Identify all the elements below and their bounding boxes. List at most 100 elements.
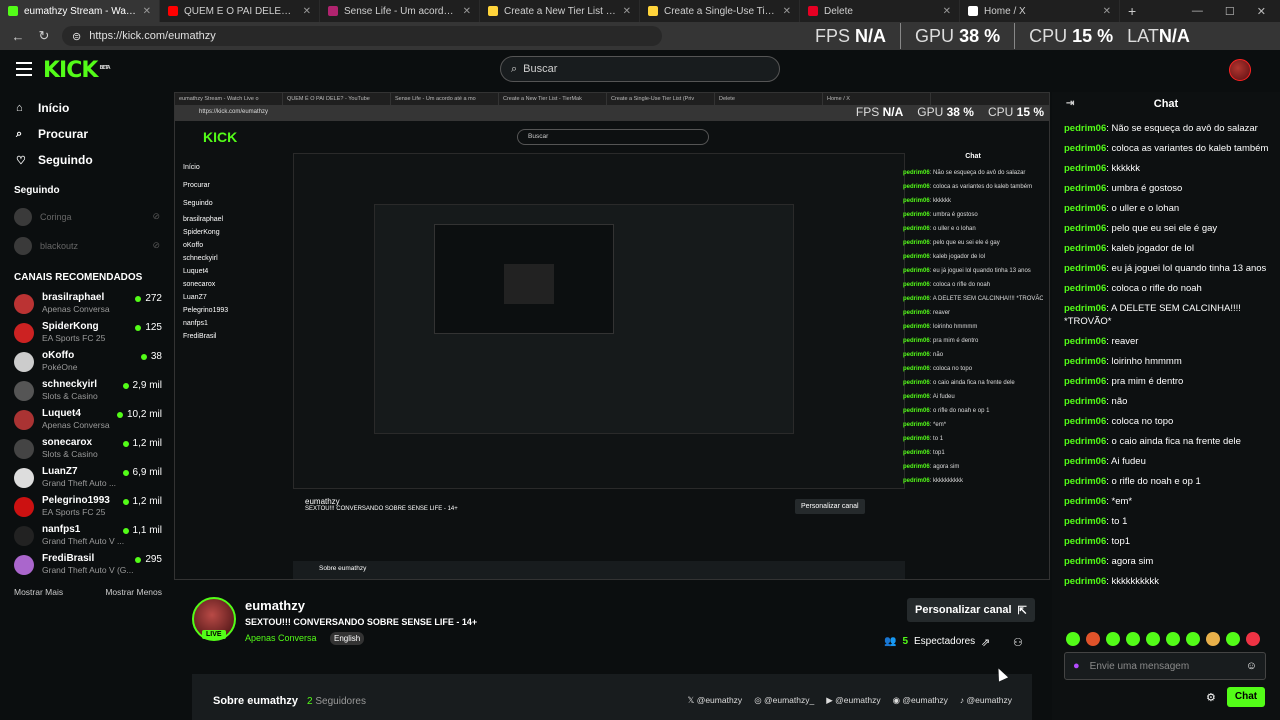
collapse-chat-icon[interactable]: ⇥ bbox=[1066, 92, 1074, 116]
chat-username[interactable]: pedrim06 bbox=[1064, 516, 1106, 527]
sidebar-nav-item[interactable]: ⌂ Início bbox=[0, 95, 172, 121]
recommended-channel[interactable]: schneckyirl Slots & Casino 2,9 mil bbox=[0, 376, 172, 405]
maximize-icon[interactable]: ☐ bbox=[1225, 5, 1235, 18]
browser-tab[interactable]: Create a New Tier List - TierMak ✕ bbox=[480, 0, 640, 22]
chat-username[interactable]: pedrim06 bbox=[1064, 223, 1106, 234]
following-item[interactable]: blackoutz ⊘ bbox=[0, 231, 172, 260]
emoji-icon[interactable]: ☺ bbox=[1246, 660, 1257, 672]
close-tab-icon[interactable]: ✕ bbox=[943, 6, 951, 17]
chat-username[interactable]: pedrim06 bbox=[1064, 356, 1106, 367]
emote-icon[interactable] bbox=[1226, 632, 1240, 646]
chat-username[interactable]: pedrim06 bbox=[1064, 303, 1106, 314]
user-avatar[interactable] bbox=[1229, 59, 1251, 81]
emote-icon[interactable] bbox=[1066, 632, 1080, 646]
search-input[interactable]: ⌕ Buscar bbox=[500, 56, 780, 82]
chat-username[interactable]: pedrim06 bbox=[1064, 496, 1106, 507]
streamer-name[interactable]: eumathzy bbox=[245, 598, 305, 613]
show-more-button[interactable]: Mostrar Mais bbox=[14, 587, 63, 597]
emote-icon[interactable] bbox=[1166, 632, 1180, 646]
recommended-channel[interactable]: LuanZ7 Grand Theft Auto ... 6,9 mil bbox=[0, 463, 172, 492]
channel-category: Apenas Conversa bbox=[42, 420, 110, 430]
social-link[interactable]: ♪ @eumathzy bbox=[960, 695, 1012, 706]
recommended-channel[interactable]: Luquet4 Apenas Conversa 10,2 mil bbox=[0, 405, 172, 434]
kick-logo[interactable]: KICK BETA bbox=[43, 58, 111, 83]
follow-icon[interactable]: ⚇ bbox=[1013, 636, 1023, 649]
video-nested-chat-line: pedrim06: coloca no topo bbox=[903, 366, 973, 372]
site-info-icon[interactable]: ⊜ bbox=[72, 30, 81, 43]
customize-channel-button[interactable]: Personalizar canal ⇱ bbox=[907, 598, 1035, 622]
recommended-channel[interactable]: FrediBrasil Grand Theft Auto V (G... 295 bbox=[0, 550, 172, 579]
recommended-channel[interactable]: nanfps1 Grand Theft Auto V ... 1,1 mil bbox=[0, 521, 172, 550]
social-link[interactable]: ▶ @eumathzy bbox=[826, 695, 880, 706]
chat-username[interactable]: pedrim06 bbox=[1064, 263, 1106, 274]
recommended-channel[interactable]: oKoffo PokéOne 38 bbox=[0, 347, 172, 376]
mic-icon[interactable]: ● bbox=[1073, 660, 1080, 672]
recommended-channel[interactable]: Pelegrino1993 EA Sports FC 25 1,2 mil bbox=[0, 492, 172, 521]
emote-icon[interactable] bbox=[1106, 632, 1120, 646]
chat-username[interactable]: pedrim06 bbox=[1064, 163, 1106, 174]
url-field[interactable]: ⊜ https://kick.com/eumathzy bbox=[62, 26, 662, 46]
recommended-channel[interactable]: sonecarox Slots & Casino 1,2 mil bbox=[0, 434, 172, 463]
following-item[interactable]: Coringa ⊘ bbox=[0, 202, 172, 231]
emote-icon[interactable] bbox=[1086, 632, 1100, 646]
emote-icon[interactable] bbox=[1206, 632, 1220, 646]
emote-icon[interactable] bbox=[1126, 632, 1140, 646]
browser-tab[interactable]: QUEM É O PAI DELE? - YouTube ✕ bbox=[160, 0, 320, 22]
gear-icon[interactable]: ⚙ bbox=[1206, 691, 1216, 704]
video-nested-tabbar: eumathzy Stream - Watch Live o QUEM É O P… bbox=[175, 93, 1049, 105]
chat-text: pra mim é dentro bbox=[1111, 376, 1184, 387]
menu-icon[interactable] bbox=[16, 62, 32, 80]
emote-icon[interactable] bbox=[1186, 632, 1200, 646]
reload-icon[interactable]: ↻ bbox=[36, 28, 52, 44]
chat-username[interactable]: pedrim06 bbox=[1064, 416, 1106, 427]
share-icon[interactable]: ⇗ bbox=[981, 636, 990, 649]
chat-username[interactable]: pedrim06 bbox=[1064, 183, 1106, 194]
close-tab-icon[interactable]: ✕ bbox=[463, 6, 471, 17]
browser-tab[interactable]: eumathzy Stream - Watch Live o ✕ bbox=[0, 0, 160, 22]
chat-username[interactable]: pedrim06 bbox=[1064, 123, 1106, 134]
browser-tab[interactable]: Home / X ✕ bbox=[960, 0, 1120, 22]
new-tab-icon[interactable]: + bbox=[1128, 3, 1136, 19]
chat-username[interactable]: pedrim06 bbox=[1064, 143, 1106, 154]
chat-username[interactable]: pedrim06 bbox=[1064, 203, 1106, 214]
sidebar-nav-item[interactable]: ♡ Seguindo bbox=[0, 147, 172, 173]
recommended-channel[interactable]: SpiderKong EA Sports FC 25 125 bbox=[0, 318, 172, 347]
chat-input[interactable]: ● Envie uma mensagem ☺ bbox=[1064, 652, 1266, 680]
chat-username[interactable]: pedrim06 bbox=[1064, 456, 1106, 467]
social-link[interactable]: ◎ @eumathzy_ bbox=[754, 695, 814, 706]
browser-tab[interactable]: Delete ✕ bbox=[800, 0, 960, 22]
stream-category[interactable]: Apenas Conversa bbox=[245, 633, 317, 643]
chat-username[interactable]: pedrim06 bbox=[1064, 576, 1106, 587]
recommended-channel[interactable]: brasilraphael Apenas Conversa 272 bbox=[0, 289, 172, 318]
sidebar-nav-item[interactable]: ⌕ Procurar bbox=[0, 121, 172, 147]
chat-text: kkkkkkkkkk bbox=[1111, 576, 1160, 587]
close-tab-icon[interactable]: ✕ bbox=[623, 6, 631, 17]
close-tab-icon[interactable]: ✕ bbox=[143, 6, 151, 17]
minimize-icon[interactable]: — bbox=[1192, 5, 1203, 18]
chat-username[interactable]: pedrim06 bbox=[1064, 556, 1106, 567]
browser-tab[interactable]: Create a Single-Use Tier List (Priv ✕ bbox=[640, 0, 800, 22]
close-tab-icon[interactable]: ✕ bbox=[783, 6, 791, 17]
chat-username[interactable]: pedrim06 bbox=[1064, 376, 1106, 387]
back-icon[interactable]: ← bbox=[10, 29, 26, 44]
show-less-button[interactable]: Mostrar Menos bbox=[105, 587, 162, 597]
chat-username[interactable]: pedrim06 bbox=[1064, 283, 1106, 294]
video-player[interactable]: eumathzy Stream - Watch Live o QUEM É O P… bbox=[174, 92, 1050, 580]
emote-icon[interactable] bbox=[1246, 632, 1260, 646]
language-badge[interactable]: English bbox=[330, 632, 365, 645]
chat-username[interactable]: pedrim06 bbox=[1064, 396, 1106, 407]
social-link[interactable]: ◉ @eumathzy bbox=[893, 695, 948, 706]
close-tab-icon[interactable]: ✕ bbox=[1103, 6, 1111, 17]
chat-username[interactable]: pedrim06 bbox=[1064, 476, 1106, 487]
close-window-icon[interactable]: ✕ bbox=[1257, 5, 1266, 18]
chat-username[interactable]: pedrim06 bbox=[1064, 436, 1106, 447]
browser-tab[interactable]: Sense Life - Um acordo até a mo ✕ bbox=[320, 0, 480, 22]
chat-username[interactable]: pedrim06 bbox=[1064, 243, 1106, 254]
emote-icon[interactable] bbox=[1146, 632, 1160, 646]
chat-username[interactable]: pedrim06 bbox=[1064, 336, 1106, 347]
close-tab-icon[interactable]: ✕ bbox=[303, 6, 311, 17]
following-heading: Seguindo bbox=[14, 185, 60, 196]
send-chat-button[interactable]: Chat bbox=[1227, 687, 1265, 707]
chat-username[interactable]: pedrim06 bbox=[1064, 536, 1106, 547]
social-link[interactable]: 𝕏 @eumathzy bbox=[687, 695, 742, 706]
